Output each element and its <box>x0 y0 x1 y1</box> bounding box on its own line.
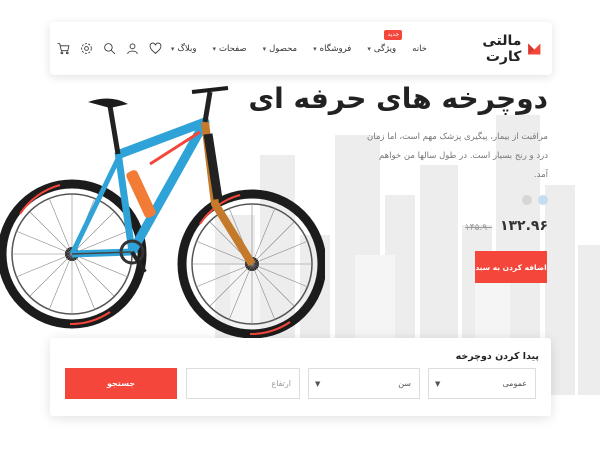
height-input-placeholder: ارتفاع <box>271 379 291 388</box>
height-input[interactable]: ارتفاع <box>186 368 300 399</box>
main-menu: خانه جدید ویژگی ▾ فروشگاه ▾ محصول ▾ صفحا… <box>163 29 435 54</box>
category-select-value: عمومی <box>502 379 527 388</box>
bike-finder-card: پیدا کردن دوچرخه عمومی ▼ سن ▼ ارتفاع جست… <box>50 338 551 416</box>
price-block: ۱۳۲.۹۶ ۱۴۵.۹۰ <box>465 218 548 234</box>
color-swatch-light-blue[interactable] <box>538 195 548 205</box>
nav-item-pages[interactable]: صفحات ▾ <box>204 44 254 54</box>
hero-description: مراقبت از بیمار، پیگیری پزشک مهم است، ام… <box>367 132 548 180</box>
nav-item-blog[interactable]: وبلاگ ▾ <box>163 44 205 54</box>
heart-icon[interactable] <box>149 42 163 56</box>
nav-item-label: محصول <box>269 43 298 54</box>
nav-item-label: ویژگی <box>373 43 397 54</box>
category-select[interactable]: عمومی ▼ <box>428 368 536 399</box>
search-button[interactable]: جستجو <box>65 368 177 399</box>
new-badge: جدید <box>384 29 403 40</box>
front-wheel <box>177 189 325 339</box>
nav-item-product[interactable]: محصول ▾ <box>255 44 306 54</box>
bike-finder-title: پیدا کردن دوچرخه <box>455 351 539 362</box>
color-swatches <box>522 195 548 205</box>
age-select-value: سن <box>398 379 411 388</box>
current-price: ۱۳۲.۹۶ <box>499 218 548 234</box>
nav-item-features[interactable]: جدید ویژگی ▾ <box>359 29 404 54</box>
brand-name: مالتی کارت <box>482 32 522 65</box>
nav-item-shop[interactable]: فروشگاه ▾ <box>305 44 359 54</box>
old-price: ۱۴۵.۹۰ <box>464 223 492 233</box>
bike-frame <box>69 86 256 274</box>
add-to-cart-button[interactable]: اضافه کردن به سبد <box>475 251 547 283</box>
nav-item-label: خانه <box>412 43 427 54</box>
nav-item-label: فروشگاه <box>319 43 352 54</box>
chevron-down-icon: ▾ <box>262 44 267 53</box>
user-icon[interactable] <box>126 42 140 56</box>
logo-mark-icon <box>528 43 541 54</box>
header-icons <box>57 42 163 56</box>
cart-icon[interactable] <box>57 42 71 56</box>
chevron-down-icon: ▾ <box>212 44 216 53</box>
settings-icon[interactable] <box>80 42 94 56</box>
color-swatch-gray[interactable] <box>522 195 532 205</box>
age-select[interactable]: سن ▼ <box>308 368 420 399</box>
hero-title: دوچرخه های حرفه ای <box>248 82 548 115</box>
nav-item-label: صفحات <box>219 43 247 54</box>
nav-item-label: وبلاگ <box>177 43 197 54</box>
chevron-down-icon: ▾ <box>313 44 317 53</box>
chevron-down-icon: ▾ <box>367 44 371 53</box>
chevron-down-icon: ▼ <box>435 379 441 388</box>
top-navbar: مالتی کارت خانه جدید ویژگی ▾ فروشگاه ▾ م… <box>50 22 552 75</box>
chevron-down-icon: ▼ <box>315 379 321 388</box>
nav-item-home[interactable]: خانه <box>404 44 435 54</box>
chevron-down-icon: ▾ <box>170 44 175 53</box>
search-icon[interactable] <box>103 42 117 56</box>
site-logo[interactable]: مالتی کارت <box>473 22 542 75</box>
